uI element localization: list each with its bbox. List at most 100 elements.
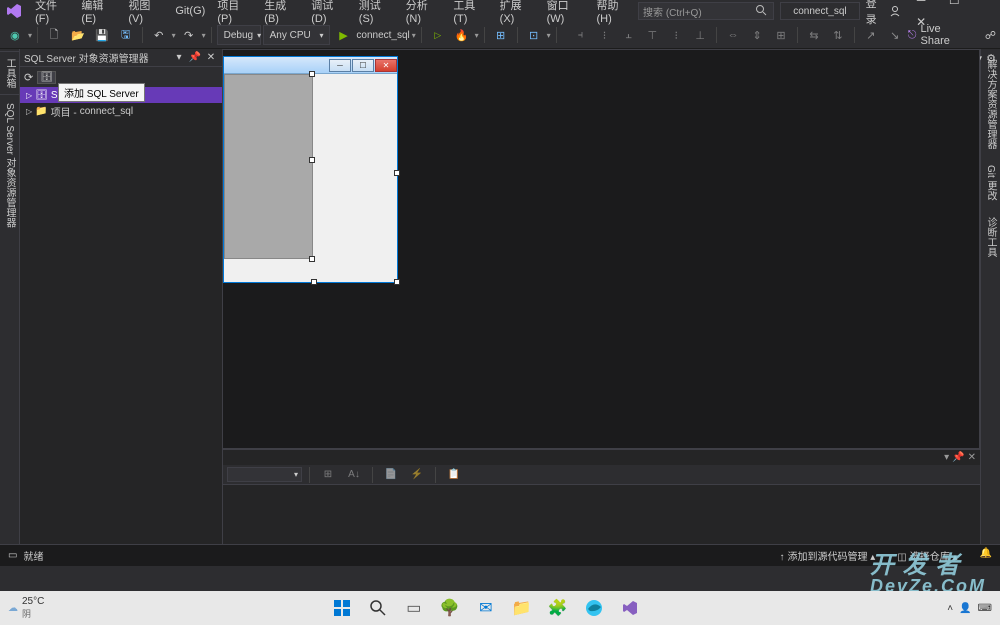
grid-handle-top[interactable] (309, 71, 315, 77)
app-icon-2[interactable]: 🧩 (547, 597, 569, 619)
mail-icon[interactable]: ✉ (475, 597, 497, 619)
output-icon[interactable]: ▭ (8, 550, 17, 561)
tree-node-project[interactable]: ▷ 📁 项目 - connect_sql (20, 103, 222, 119)
login-button[interactable]: 登录 (866, 0, 901, 27)
status-bell-icon[interactable]: 🔔 (980, 548, 992, 563)
tb-icon-1[interactable]: ⊞ (490, 24, 512, 46)
bottom-close-icon[interactable]: ✕ (968, 452, 976, 463)
status-source-control[interactable]: ↑添加到源代码管理 ▴ (779, 548, 875, 563)
align-right-icon[interactable]: ⫠ (617, 24, 639, 46)
size-icon-2[interactable]: ⇕ (746, 24, 768, 46)
resize-handle-bottom[interactable] (311, 279, 317, 285)
prop-page-icon[interactable]: 📋 (443, 464, 465, 486)
expand-icon[interactable]: ▷ (26, 91, 32, 100)
spacing-icon-2[interactable]: ⇅ (827, 24, 849, 46)
refresh-icon[interactable]: ⟳ (24, 71, 33, 84)
resize-handle-right[interactable] (394, 170, 400, 176)
save-icon[interactable]: 💾 (91, 24, 113, 46)
order-icon-1[interactable]: ↗ (860, 24, 882, 46)
menu-build[interactable]: 生成(B) (258, 0, 305, 27)
panel-gear-icon[interactable]: ⚙ (986, 52, 996, 65)
form-preview[interactable]: ─ ☐ ✕ (223, 56, 398, 283)
menu-test[interactable]: 测试(S) (353, 0, 400, 27)
live-share-label[interactable]: Live Share (921, 23, 973, 47)
menu-help[interactable]: 帮助(H) (591, 0, 639, 27)
nav-back-icon[interactable]: ◉ (4, 24, 26, 46)
edge-icon[interactable] (583, 597, 605, 619)
undo-icon[interactable]: ↶ (148, 24, 170, 46)
grid-handle-mid[interactable] (309, 157, 315, 163)
panel-dropdown-icon[interactable]: ▾ (172, 52, 186, 63)
prop-az-icon[interactable]: A↓ (343, 464, 365, 486)
left-tab-sqlserver[interactable]: SQL Server 对象资源管理器 (0, 97, 19, 234)
menu-window[interactable]: 窗口(W) (541, 0, 591, 27)
spacing-icon-1[interactable]: ⇆ (803, 24, 825, 46)
platform-combo[interactable]: Any CPU▾ (263, 25, 331, 45)
tray-user-icon[interactable]: 👤 (959, 603, 971, 614)
minimize-button[interactable]: ─ (906, 0, 936, 11)
align-left-icon[interactable]: ⫞ (570, 24, 592, 46)
explorer-icon[interactable]: 📁 (511, 597, 533, 619)
open-icon[interactable]: 📂 (67, 24, 89, 46)
add-server-icon[interactable]: 🗄 (37, 71, 56, 84)
align-middle-icon[interactable]: ⁝ (665, 24, 687, 46)
status-repo[interactable]: ◫选择仓库 ▴ (897, 548, 957, 563)
menu-extensions[interactable]: 扩展(X) (494, 0, 541, 27)
taskbar-search-icon[interactable] (367, 597, 389, 619)
feedback-icon[interactable]: ☍ (985, 29, 996, 42)
search-input[interactable]: 搜索 (Ctrl+Q) (638, 2, 774, 20)
expand-icon[interactable]: ▷ (26, 107, 32, 116)
panel-close-icon[interactable]: ✕ (204, 52, 218, 63)
bottom-pin-icon[interactable]: 📌 (952, 452, 964, 463)
align-bottom-icon[interactable]: ⊥ (689, 24, 711, 46)
resize-handle-corner[interactable] (394, 279, 400, 285)
menu-edit[interactable]: 编辑(E) (75, 0, 122, 27)
grid-handle-bot[interactable] (309, 256, 315, 262)
datagridview-control[interactable] (224, 74, 313, 259)
order-icon-2[interactable]: ↘ (884, 24, 906, 46)
prop-event-icon[interactable]: ⚡ (406, 464, 428, 486)
left-tab-toolbox[interactable]: 工具箱 (0, 51, 20, 95)
taskview-icon[interactable]: ▭ (403, 597, 425, 619)
menu-view[interactable]: 视图(V) (122, 0, 169, 27)
system-tray[interactable]: ˄ 👤 ⌨ (947, 603, 992, 614)
bottom-dropdown-icon[interactable]: ▾ (944, 452, 949, 463)
start-target-label[interactable]: connect_sql (356, 30, 409, 41)
prop-cat-icon[interactable]: ⊞ (317, 464, 339, 486)
menu-debug[interactable]: 调试(D) (305, 0, 353, 27)
right-tab-diagnostics[interactable]: 诊断工具 (981, 211, 1000, 263)
menu-git[interactable]: Git(G) (169, 3, 211, 19)
tray-input-icon[interactable]: ⌨ (978, 603, 992, 614)
search-icon[interactable] (755, 4, 769, 18)
panel-pin-icon[interactable]: 📌 (188, 52, 202, 63)
menu-bar: 文件(F) 编辑(E) 视图(V) Git(G) 项目(P) 生成(B) 调试(… (0, 0, 1000, 22)
save-all-icon[interactable]: 🖫 (115, 24, 137, 46)
vs-taskbar-icon[interactable] (619, 597, 641, 619)
taskbar-weather[interactable]: ☁ 25°C阴 (8, 596, 44, 620)
properties-combo[interactable]: ▾ (227, 467, 302, 482)
designer-canvas[interactable]: ─ ☐ ✕ (223, 49, 980, 449)
start-no-debug-icon[interactable]: ▷ (427, 24, 449, 46)
new-file-icon[interactable]: 🗋 (43, 24, 65, 46)
start-button[interactable]: ▶ (332, 24, 354, 46)
maximize-button[interactable]: ☐ (939, 0, 969, 11)
size-icon-1[interactable]: ⇔ (722, 24, 744, 46)
menu-tools[interactable]: 工具(T) (447, 0, 493, 27)
menu-project[interactable]: 项目(P) (211, 0, 258, 27)
right-tab-solution[interactable]: 解决方案资源管理器 (981, 53, 1000, 155)
right-tab-gitchanges[interactable]: Git 更改 (981, 159, 1000, 207)
config-combo[interactable]: Debug▾ (217, 25, 261, 45)
tray-chevron-icon[interactable]: ˄ (947, 603, 953, 614)
start-icon[interactable] (331, 597, 353, 619)
align-top-icon[interactable]: ⊤ (641, 24, 663, 46)
menu-analyze[interactable]: 分析(N) (400, 0, 448, 27)
align-center-icon[interactable]: ⁝ (594, 24, 616, 46)
tb-icon-2[interactable]: ⊡ (523, 24, 545, 46)
size-icon-3[interactable]: ⊞ (770, 24, 792, 46)
menu-file[interactable]: 文件(F) (29, 0, 75, 27)
app-icon-1[interactable]: 🌳 (439, 597, 461, 619)
live-share-icon[interactable]: ⎋ (908, 29, 917, 42)
prop-prop-icon[interactable]: 📄 (380, 464, 402, 486)
redo-icon[interactable]: ↷ (178, 24, 200, 46)
hot-reload-icon[interactable]: 🔥 (451, 24, 473, 46)
